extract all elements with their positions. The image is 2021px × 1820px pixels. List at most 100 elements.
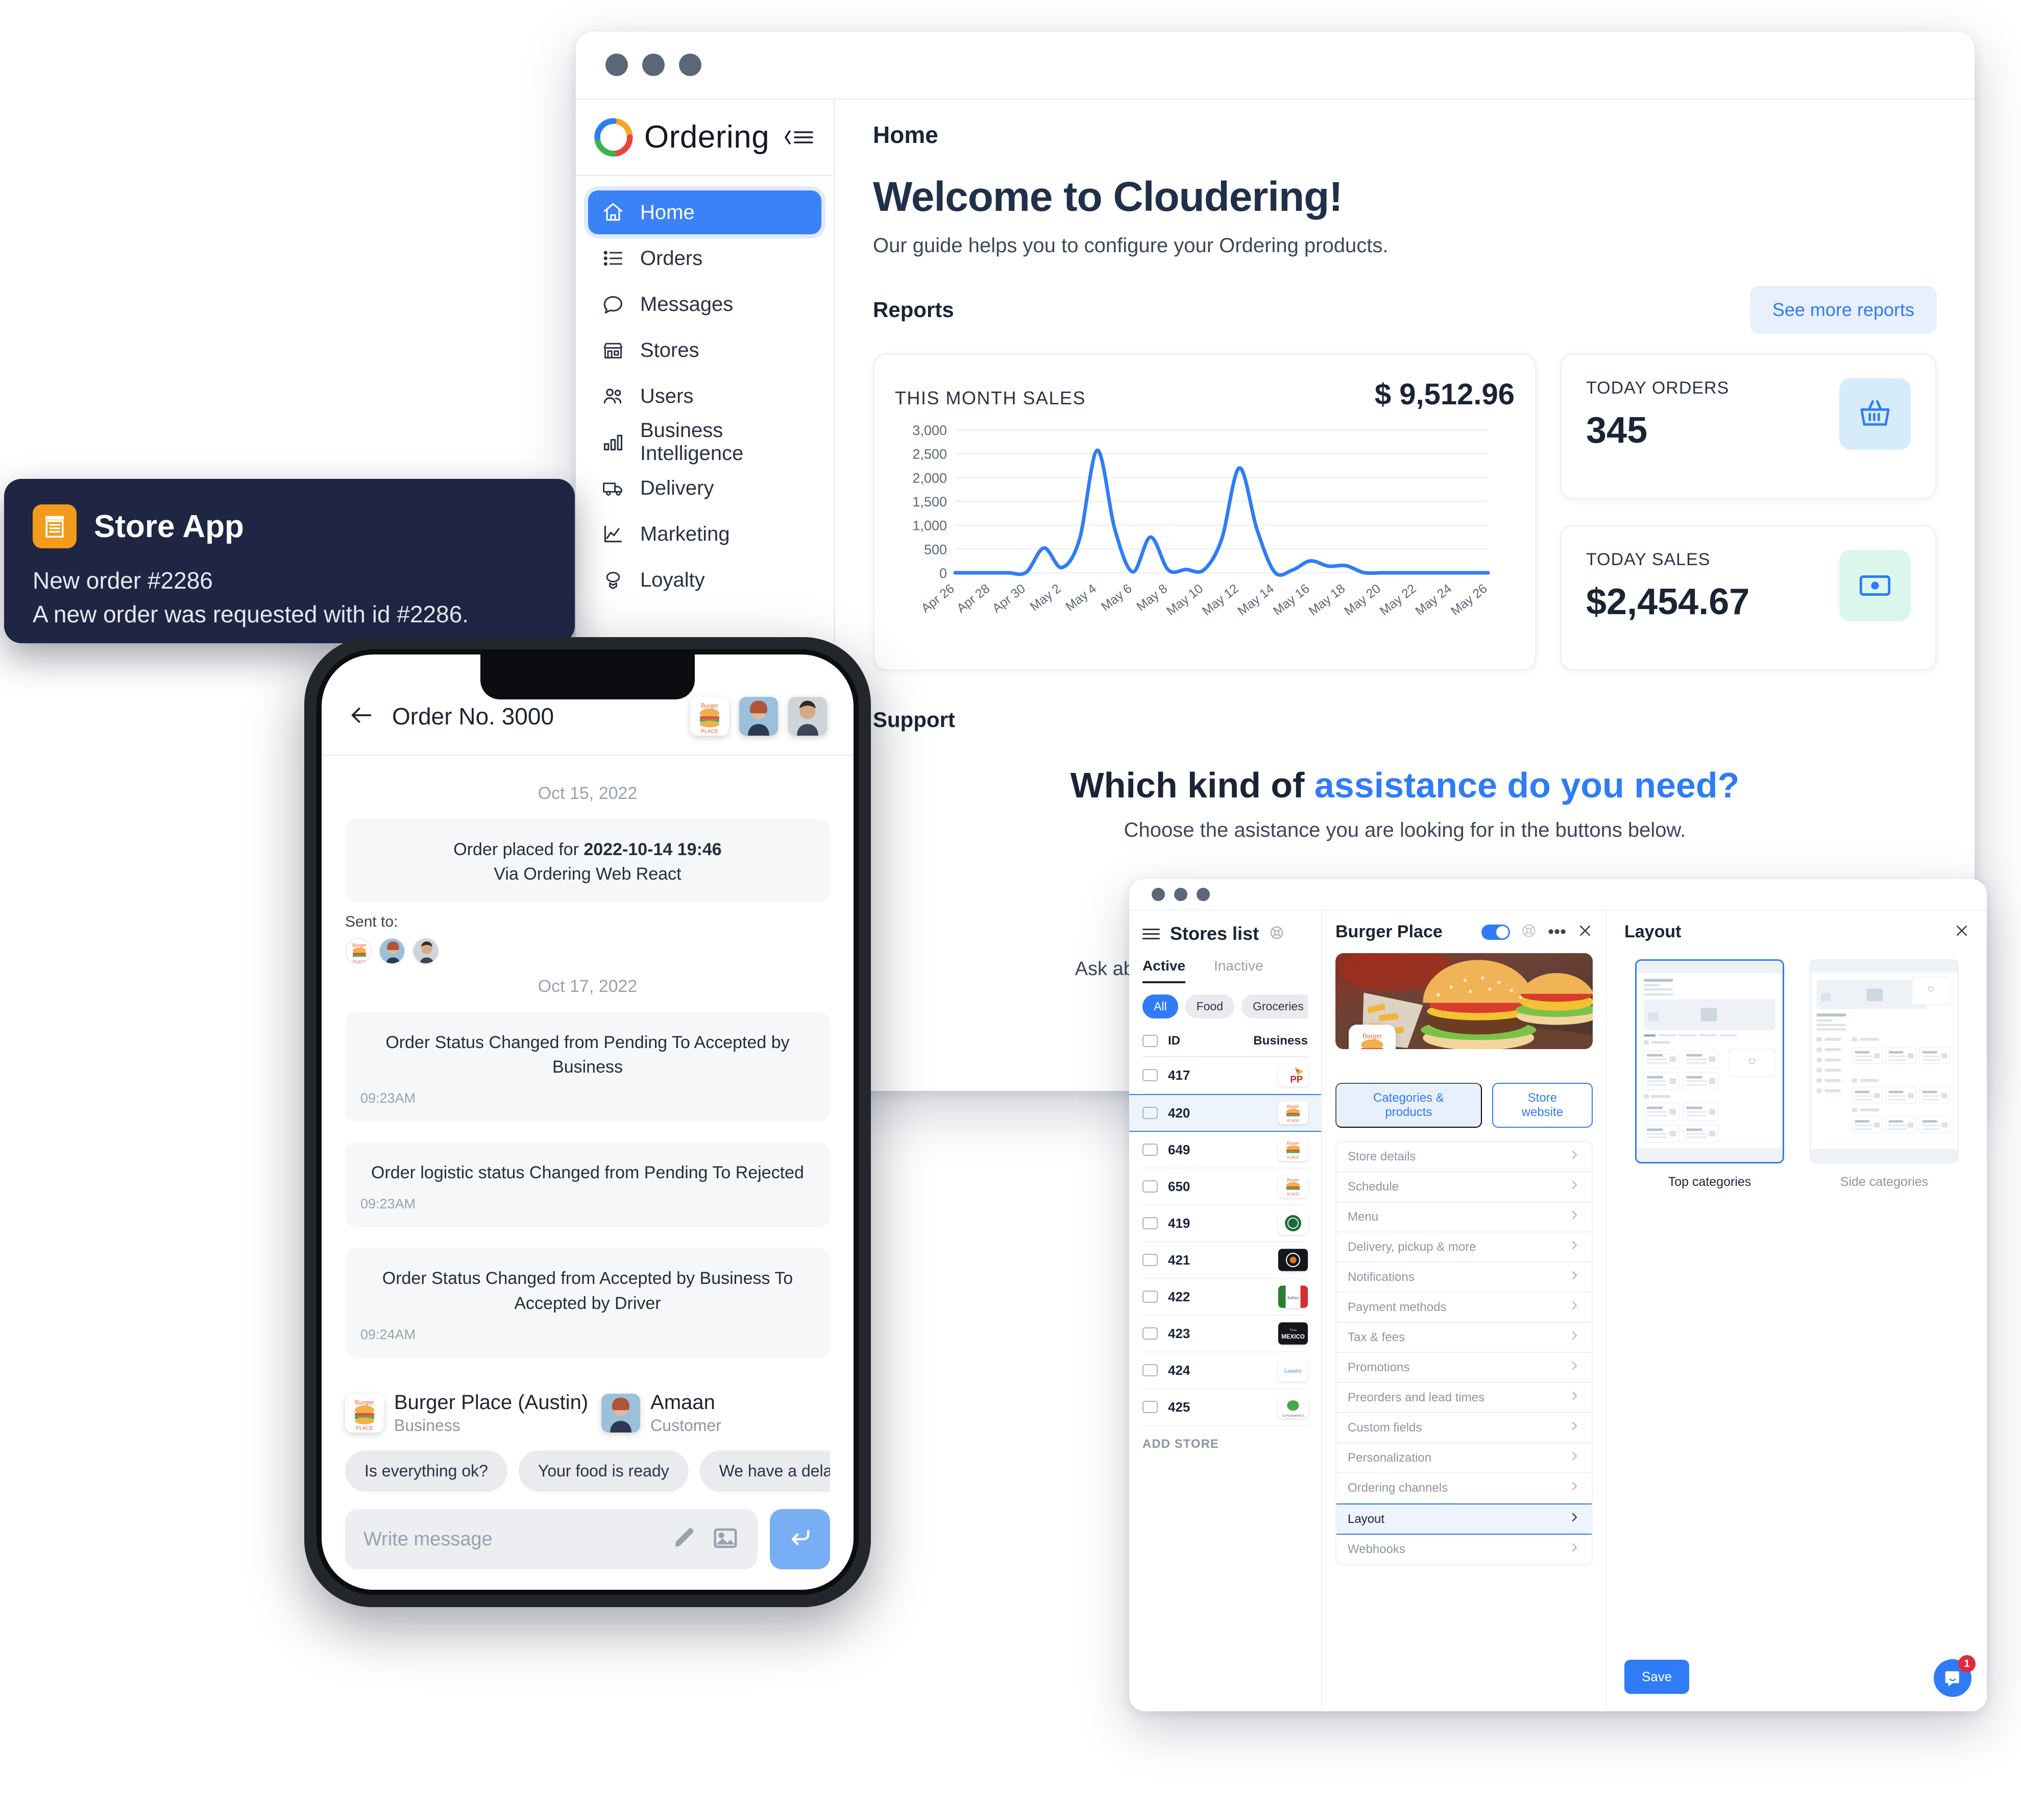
italian-logo: Italian (1278, 1285, 1308, 1308)
menu-item-schedule[interactable]: Schedule (1336, 1172, 1592, 1202)
tab-inactive[interactable]: Inactive (1214, 958, 1263, 983)
menu-item-menu[interactable]: Menu (1336, 1202, 1592, 1232)
see-more-reports-button[interactable]: See more reports (1749, 286, 1937, 334)
store-enabled-toggle[interactable] (1481, 924, 1511, 940)
table-row[interactable]: 417 PP (1142, 1057, 1308, 1094)
close-icon[interactable] (1954, 923, 1969, 941)
sidebar-item-loyalty[interactable]: Loyalty (588, 558, 821, 602)
menu-item-store-details[interactable]: Store details (1336, 1142, 1592, 1172)
sidebar-item-delivery[interactable]: Delivery (588, 466, 821, 510)
ellipsis-icon[interactable]: ••• (1548, 923, 1566, 940)
close-icon[interactable] (1577, 923, 1593, 941)
quick-reply-chip[interactable]: Is everything ok? (345, 1450, 507, 1492)
table-row[interactable]: 423 Viva MEXICO (1142, 1316, 1308, 1352)
menu-item-personalization[interactable]: Personalization (1336, 1443, 1592, 1473)
row-checkbox[interactable] (1142, 1254, 1158, 1266)
store-id: 649 (1168, 1142, 1190, 1157)
page-title: Home (873, 122, 938, 148)
pencil-icon[interactable] (671, 1524, 698, 1555)
window-dot-close[interactable] (605, 54, 628, 76)
collapse-sidebar-button[interactable] (783, 126, 815, 149)
date-separator: Oct 17, 2022 (538, 976, 638, 996)
row-checkbox[interactable] (1142, 1180, 1158, 1193)
hamburger-icon[interactable] (1142, 928, 1160, 939)
menu-item-preorders[interactable]: Preorders and lead times (1336, 1383, 1592, 1413)
sidebar-item-label: Users (640, 384, 694, 407)
table-row[interactable]: 421 (1142, 1242, 1308, 1279)
window-dot-maximize[interactable] (679, 54, 701, 76)
sidebar-item-label: Stores (640, 338, 699, 361)
window-dot-maximize[interactable] (1197, 888, 1210, 901)
sidebar-item-marketing[interactable]: Marketing (588, 512, 821, 556)
categories-products-button[interactable]: Categories & products (1335, 1083, 1482, 1128)
svg-text:PLACE: PLACE (353, 960, 366, 964)
filter-chip-groceries[interactable]: Groceries (1241, 994, 1308, 1018)
menu-item-tax-fees[interactable]: Tax & fees (1336, 1323, 1592, 1353)
svg-text:May 2: May 2 (1028, 581, 1064, 614)
window-dot-close[interactable] (1152, 888, 1165, 901)
row-checkbox[interactable] (1142, 1069, 1158, 1081)
sidebar-item-orders[interactable]: Orders (588, 236, 821, 280)
row-checkbox[interactable] (1142, 1327, 1158, 1340)
menu-item-label: Webhooks (1348, 1542, 1405, 1556)
menu-item-webhooks[interactable]: Webhooks (1336, 1535, 1592, 1564)
burger-place-logo[interactable]: Burger PLACE (690, 697, 729, 736)
table-row[interactable]: 419 (1142, 1205, 1308, 1242)
filter-chip-food[interactable]: Food (1185, 994, 1234, 1018)
lifebuoy-icon[interactable] (1521, 923, 1537, 941)
sidebar-item-label: Loyalty (640, 568, 705, 591)
menu-item-delivery-pickup[interactable]: Delivery, pickup & more (1336, 1232, 1592, 1263)
add-store-button[interactable]: ADD STORE (1142, 1437, 1308, 1451)
row-checkbox[interactable] (1142, 1217, 1158, 1229)
award-icon (601, 568, 625, 592)
menu-item-label: Custom fields (1348, 1420, 1422, 1435)
message-list[interactable]: Oct 15, 2022 Order placed for 2022-10-14… (322, 756, 854, 1389)
window-dot-minimize[interactable] (1174, 888, 1187, 901)
tab-active[interactable]: Active (1142, 958, 1186, 983)
quick-reply-chip[interactable]: Your food is ready (518, 1450, 689, 1492)
sidebar-item-users[interactable]: Users (588, 374, 821, 418)
back-button[interactable] (348, 702, 375, 731)
sidebar-item-messages[interactable]: Messages (588, 282, 821, 326)
svg-text:Burger: Burger (701, 702, 718, 709)
lifebuoy-icon[interactable] (1269, 925, 1284, 943)
table-row[interactable]: 422 Italian (1142, 1279, 1308, 1316)
row-checkbox[interactable] (1142, 1401, 1158, 1413)
image-icon[interactable] (712, 1524, 739, 1555)
store-app-notification-toast[interactable]: Store App New order #2286 A new order wa… (4, 479, 575, 643)
row-checkbox[interactable] (1142, 1364, 1158, 1376)
menu-item-promotions[interactable]: Promotions (1336, 1353, 1592, 1383)
menu-item-notifications[interactable]: Notifications (1336, 1263, 1592, 1293)
table-row[interactable]: 425 SUPERMARKET (1142, 1389, 1308, 1426)
select-all-checkbox[interactable] (1142, 1035, 1158, 1047)
store-website-button[interactable]: Store website (1492, 1083, 1593, 1128)
layout-option-top-categories[interactable]: Top categories (1635, 959, 1784, 1190)
send-button[interactable] (770, 1509, 830, 1569)
filter-chip-all[interactable]: All (1142, 994, 1178, 1018)
table-row[interactable]: 424 Laundry (1142, 1352, 1308, 1389)
sidebar-item-home[interactable]: Home (588, 190, 821, 234)
table-row[interactable]: 420 Burger PLACE (1129, 1094, 1321, 1132)
customer-avatar[interactable] (739, 697, 778, 736)
menu-item-custom-fields[interactable]: Custom fields (1336, 1413, 1592, 1443)
sidebar-item-stores[interactable]: Stores (588, 328, 821, 372)
sidebar-item-business-intelligence[interactable]: Business Intelligence (588, 419, 821, 465)
save-button[interactable]: Save (1624, 1660, 1690, 1694)
driver-avatar[interactable] (788, 697, 827, 736)
window-dot-minimize[interactable] (642, 54, 665, 76)
row-checkbox[interactable] (1142, 1107, 1158, 1119)
menu-item-payment-methods[interactable]: Payment methods (1336, 1293, 1592, 1323)
row-checkbox[interactable] (1142, 1144, 1158, 1156)
menu-item-ordering-channels[interactable]: Ordering channels (1336, 1473, 1592, 1503)
quick-reply-chip[interactable]: We have a delay with (699, 1450, 830, 1492)
layout-option-side-categories[interactable]: Side categories (1810, 959, 1959, 1190)
menu-item-layout[interactable]: Layout (1336, 1503, 1592, 1535)
table-row[interactable]: 649 Burger PLACE (1142, 1132, 1308, 1169)
message-input[interactable]: Write message (345, 1509, 758, 1569)
chevron-right-icon (1568, 1511, 1580, 1527)
table-row[interactable]: 650 Burger PLACE (1142, 1169, 1308, 1205)
burger-logo: Burger PLACE (1278, 1102, 1308, 1124)
row-checkbox[interactable] (1142, 1291, 1158, 1303)
layout-thumb-top-categories (1635, 959, 1784, 1163)
party-role: Customer (650, 1416, 721, 1435)
